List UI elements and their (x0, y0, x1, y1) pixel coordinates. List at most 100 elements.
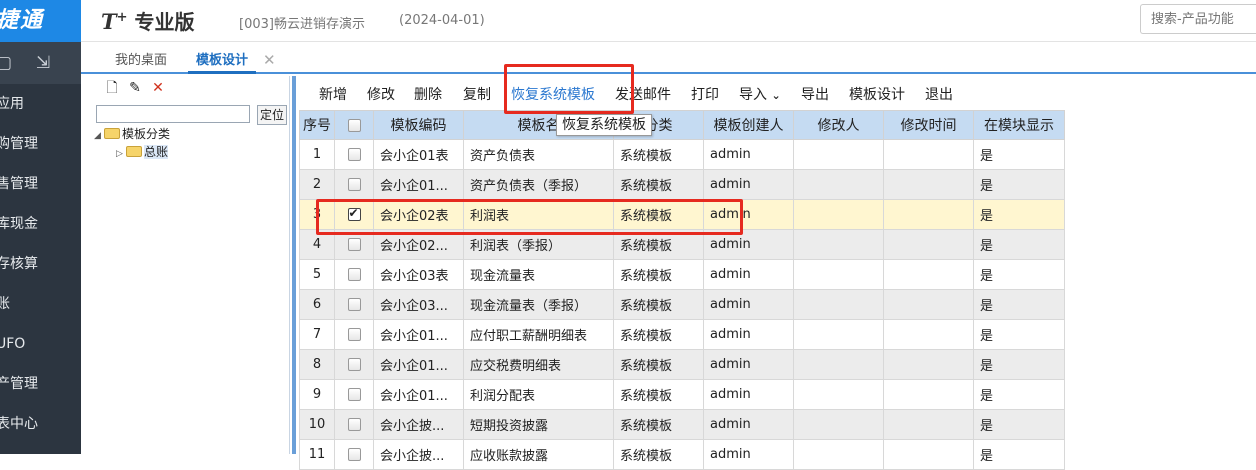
show-in-module: 是 (974, 440, 1065, 470)
sidebar-item-ufo[interactable]: UFO (0, 324, 81, 364)
select-all-checkbox[interactable] (335, 111, 374, 140)
show-in-module: 是 (974, 230, 1065, 260)
tab-desktop[interactable]: 我的桌面 (115, 50, 167, 72)
tab-template-design[interactable]: 模板设计 (188, 50, 256, 74)
copy-button[interactable]: 复制 (463, 84, 491, 104)
expanded-arrow-icon[interactable]: ◢ (94, 128, 104, 144)
sidebar-item-sales[interactable]: 售管理 (0, 164, 81, 204)
table-row[interactable]: 3会小企02表利润表系统模板admin是 (300, 200, 1065, 230)
table-row[interactable]: 9会小企01...利润分配表系统模板admin是 (300, 380, 1065, 410)
edit-button[interactable]: 修改 (367, 84, 395, 104)
table-row[interactable]: 2会小企01...资产负债表（季报）系统模板admin是 (300, 170, 1065, 200)
tree-node-general-ledger[interactable]: ▷总账 (116, 144, 168, 162)
table-row[interactable]: 7会小企01...应付职工薪酬明细表系统模板admin是 (300, 320, 1065, 350)
row-checkbox[interactable] (335, 260, 374, 290)
col-header-show-in-module[interactable]: 在模块显示 (974, 111, 1065, 140)
row-checkbox[interactable] (335, 410, 374, 440)
template-category: 系统模板 (614, 320, 704, 350)
checkbox[interactable] (348, 178, 361, 191)
modified-time (884, 260, 974, 290)
sidebar-icon-bar: ▢ ⇲ (0, 42, 81, 84)
template-name: 资产负债表（季报） (464, 170, 614, 200)
add-button[interactable]: 新增 (319, 84, 347, 104)
sidebar-item-costing[interactable]: 存核算 (0, 244, 81, 284)
sidebar-item-purchase[interactable]: 购管理 (0, 124, 81, 164)
restore-system-template-button[interactable]: 恢复系统模板 (511, 84, 595, 104)
row-checkbox[interactable] (335, 230, 374, 260)
template-design-button[interactable]: 模板设计 (849, 84, 905, 104)
checkbox[interactable] (348, 448, 361, 461)
template-creator: admin (704, 260, 794, 290)
sidebar-item-reports[interactable]: 表中心 (0, 404, 81, 444)
delete-icon[interactable]: ✕ (150, 80, 166, 96)
export-button[interactable]: 导出 (801, 84, 829, 104)
send-mail-button[interactable]: 发送邮件 (615, 84, 671, 104)
table-row[interactable]: 8会小企01...应交税费明细表系统模板admin是 (300, 350, 1065, 380)
new-icon[interactable]: 🗋 (104, 80, 120, 96)
show-in-module: 是 (974, 410, 1065, 440)
folder-icon (126, 146, 142, 157)
print-button[interactable]: 打印 (691, 84, 719, 104)
delete-button[interactable]: 删除 (414, 84, 442, 104)
edit-icon[interactable]: ✎ (127, 80, 143, 96)
locate-button[interactable]: 定位 (257, 105, 287, 125)
import-button[interactable]: 导入 ⌄ (739, 84, 781, 104)
checkbox[interactable] (348, 298, 361, 311)
template-category: 系统模板 (614, 350, 704, 380)
row-checkbox[interactable] (335, 140, 374, 170)
checkbox[interactable] (348, 148, 361, 161)
col-header-creator[interactable]: 模板创建人 (704, 111, 794, 140)
modified-time (884, 410, 974, 440)
template-code: 会小企01... (374, 380, 464, 410)
checkbox[interactable] (348, 268, 361, 281)
template-modifier (794, 320, 884, 350)
exit-button[interactable]: 退出 (925, 84, 953, 104)
tab-bar: 我的桌面 模板设计 ✕ (81, 44, 1256, 74)
row-checkbox[interactable] (335, 290, 374, 320)
sidebar-item-cash[interactable]: 库现金 (0, 204, 81, 244)
box-icon[interactable]: ▢ (0, 54, 14, 72)
search-input[interactable] (1140, 4, 1256, 34)
col-header-code[interactable]: 模板编码 (374, 111, 464, 140)
checkbox[interactable] (348, 418, 361, 431)
row-checkbox[interactable] (335, 200, 374, 230)
template-modifier (794, 170, 884, 200)
table-row[interactable]: 1会小企01表资产负债表系统模板admin是 (300, 140, 1065, 170)
row-checkbox[interactable] (335, 380, 374, 410)
show-in-module: 是 (974, 290, 1065, 320)
row-checkbox[interactable] (335, 170, 374, 200)
checkbox[interactable] (348, 358, 361, 371)
col-header-modifier[interactable]: 修改人 (794, 111, 884, 140)
row-number: 6 (300, 290, 335, 320)
table-row[interactable]: 11会小企披...应收账款披露系统模板admin是 (300, 440, 1065, 470)
template-code: 会小企02... (374, 230, 464, 260)
export-icon[interactable]: ⇲ (36, 54, 54, 72)
template-creator: admin (704, 140, 794, 170)
show-in-module: 是 (974, 380, 1065, 410)
panel-splitter[interactable] (292, 76, 296, 454)
template-category: 系统模板 (614, 380, 704, 410)
sidebar-item-ledger[interactable]: 账 (0, 284, 81, 324)
table-row[interactable]: 6会小企03...现金流量表（季报）系统模板admin是 (300, 290, 1065, 320)
checkbox[interactable] (348, 238, 361, 251)
modified-time (884, 200, 974, 230)
table-row[interactable]: 10会小企披...短期投资披露系统模板admin是 (300, 410, 1065, 440)
checkbox[interactable] (348, 388, 361, 401)
collapsed-arrow-icon[interactable]: ▷ (116, 146, 126, 162)
row-number: 11 (300, 440, 335, 470)
sidebar-item-apps[interactable]: 应用 (0, 84, 81, 124)
sidebar-item-assets[interactable]: 产管理 (0, 364, 81, 404)
tree-search-input[interactable] (96, 105, 250, 123)
checkbox[interactable] (348, 208, 361, 221)
checkbox[interactable] (348, 328, 361, 341)
row-checkbox[interactable] (335, 440, 374, 470)
row-checkbox[interactable] (335, 350, 374, 380)
table-row[interactable]: 4会小企02...利润表（季报）系统模板admin是 (300, 230, 1065, 260)
col-header-modified-time[interactable]: 修改时间 (884, 111, 974, 140)
tree-node-template-category[interactable]: ◢模板分类 (94, 126, 170, 144)
template-category: 系统模板 (614, 440, 704, 470)
close-icon[interactable]: ✕ (263, 51, 276, 69)
template-name: 利润表（季报） (464, 230, 614, 260)
table-row[interactable]: 5会小企03表现金流量表系统模板admin是 (300, 260, 1065, 290)
row-checkbox[interactable] (335, 320, 374, 350)
